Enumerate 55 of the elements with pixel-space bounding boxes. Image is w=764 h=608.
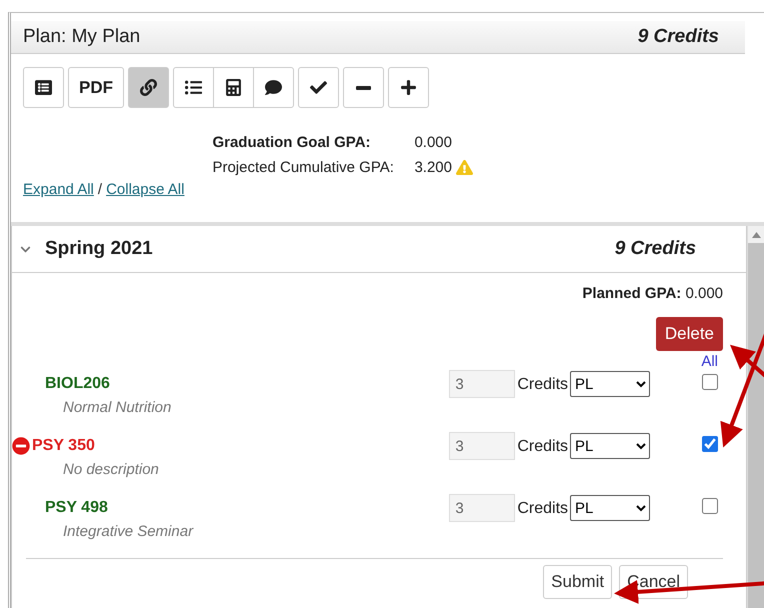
gpa-value: 3.200 [414,159,452,176]
pdf-button[interactable]: PDF [68,67,124,108]
minus-icon [356,86,371,90]
error-icon [12,437,30,455]
course-checkbox[interactable] [702,374,718,390]
bullet-list-icon [185,79,202,96]
plan-title: Plan: My Plan [23,26,140,48]
plus-button[interactable] [388,67,429,108]
scrollbar[interactable] [747,226,764,608]
credits-field[interactable]: 3 [449,494,516,522]
calculator-button[interactable] [213,67,254,108]
plus-icon [400,79,417,96]
course-checkbox[interactable] [702,498,718,514]
list-button[interactable] [23,67,64,108]
credits-label: Credits [517,376,568,394]
list-icon [35,79,52,96]
term-title: Spring 2021 [45,238,154,260]
course-code: BIOL206 [45,375,111,393]
grade-select[interactable]: PL [570,371,650,397]
collapse-all-link[interactable]: Collapse All [106,181,184,198]
minus-button[interactable] [343,67,384,108]
grade-select[interactable]: PL [570,495,650,521]
course-description: No description [63,461,160,478]
credits-field[interactable]: 3 [449,370,516,398]
course-code: PSY 498 [45,499,109,517]
course-description: Integrative Seminar [63,523,194,540]
check-icon [310,79,327,96]
gpa-value: 0.000 [414,134,452,151]
expand-all-link[interactable]: Expand All [23,181,94,198]
gpa-label: Graduation Goal GPA: [212,134,371,151]
chevron-icon[interactable] [20,244,31,254]
check-button[interactable] [298,67,339,108]
warning-icon [456,159,473,176]
credits-label: Credits [517,438,568,456]
plan-credits: 9 Credits [638,26,719,48]
delete-button[interactable]: Delete [656,317,724,351]
course-checkbox[interactable] [702,436,718,452]
planned-gpa: Planned GPA: 0.000 [582,285,724,302]
submit-button[interactable]: Submit [543,565,612,599]
bullet-list-button[interactable] [173,67,214,108]
link-button[interactable] [128,67,169,108]
credits-label: Credits [517,500,568,518]
credits-field[interactable]: 3 [449,432,516,460]
grade-select[interactable]: PL [570,433,650,459]
scroll-up-icon[interactable] [752,232,760,238]
link-icon [140,79,157,96]
link-separator: / [98,181,102,198]
select-all-link[interactable]: All [701,353,718,370]
term-credits: 9 Credits [614,238,696,260]
gpa-label: Projected Cumulative GPA: [212,159,394,176]
course-description: Normal Nutrition [63,399,172,416]
course-code: PSY 350 [12,437,450,455]
speech-bubble-button[interactable] [253,67,294,108]
speech-bubble-icon [265,79,282,96]
calculator-icon [225,79,242,96]
